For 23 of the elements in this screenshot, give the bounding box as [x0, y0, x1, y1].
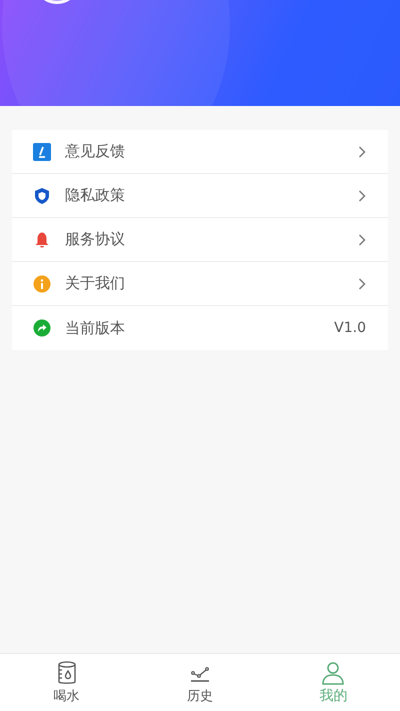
menu-label: 关于我们	[65, 274, 126, 293]
menu-label: 隐私政策	[65, 186, 126, 205]
version-number: V1.0	[334, 320, 366, 336]
shield-icon	[33, 186, 51, 204]
tab[interactable]: 喝水	[0, 654, 134, 711]
menu-item[interactable]: 意见反馈	[12, 130, 388, 174]
edit-icon	[33, 142, 51, 160]
cup-icon	[56, 660, 78, 684]
menu-item[interactable]: 隐私政策	[12, 174, 388, 218]
bell-icon	[33, 230, 51, 248]
menu-item[interactable]: 当前版本 V1.0	[12, 306, 388, 350]
tab[interactable]: 历史	[133, 654, 267, 711]
info-icon	[33, 274, 51, 292]
menu-label: 当前版本	[65, 318, 126, 338]
person-icon	[321, 660, 346, 684]
chevron-right-icon	[358, 278, 366, 290]
chevron-right-icon	[358, 234, 366, 246]
menu-label: 意见反馈	[65, 142, 126, 161]
menu-label: 服务协议	[65, 230, 126, 249]
menu-item[interactable]: 服务协议	[12, 218, 388, 262]
chevron-right-icon	[358, 190, 366, 202]
menu-item[interactable]: 关于我们	[12, 262, 388, 306]
chevron-right-icon	[358, 146, 366, 158]
